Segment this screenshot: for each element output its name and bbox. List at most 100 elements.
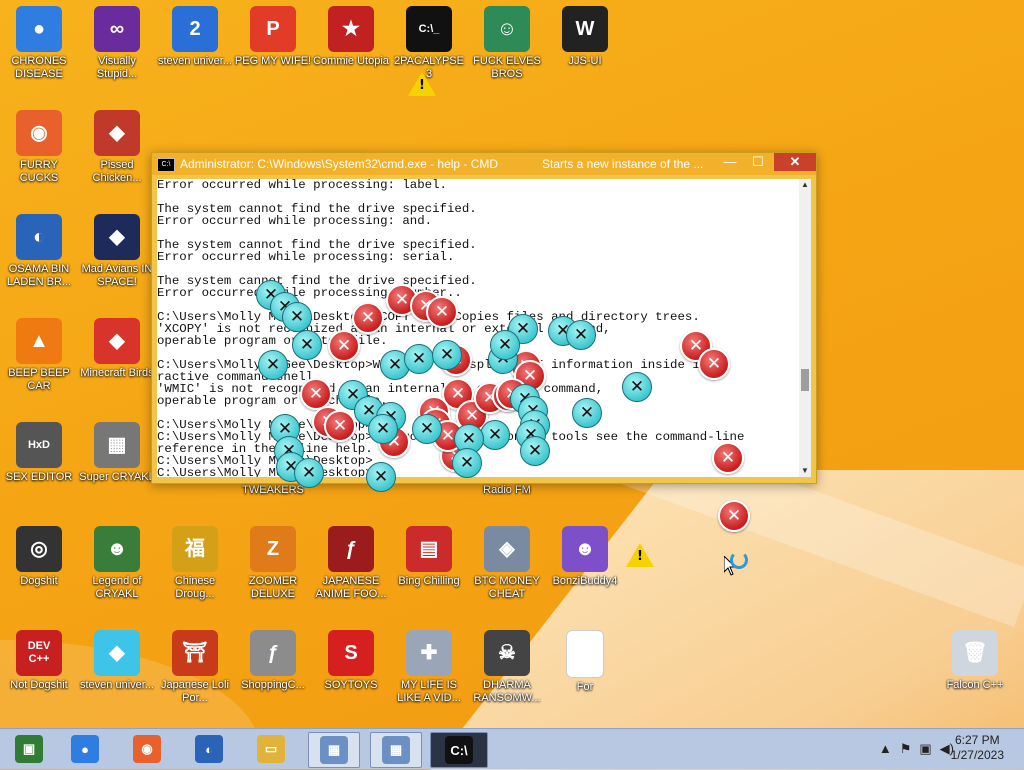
desktop-icon-label: SEX EDITOR [5, 471, 73, 483]
taskbar-button[interactable]: ▦ [308, 732, 360, 768]
minimize-button[interactable]: — [717, 153, 743, 171]
desktop-icon[interactable]: W JJS-UI [546, 6, 624, 68]
desktop-icon[interactable]: Radio FM [468, 484, 546, 497]
desktop-icon[interactable]: ƒ JAPANESE ANIME FOO... [312, 526, 390, 601]
show-hidden-icons-icon[interactable]: ▲ [879, 741, 892, 757]
desktop-icon-label: Pissed Chicken... [92, 159, 142, 184]
desktop-icon[interactable]: ◆ Mad Avians IN SPACE! [78, 214, 156, 289]
taskbar-button[interactable]: C:\ [430, 732, 488, 768]
visual-studio-icon: ∞ [94, 6, 140, 52]
desktop-icon[interactable]: ☺ FUCK ELVES BROS [468, 6, 546, 81]
cmd-title-bar[interactable]: C:\ Administrator: C:\Windows\System32\c… [152, 153, 816, 175]
taskbar-button[interactable]: ◐ [184, 732, 234, 766]
desktop-icon[interactable]: ☠ DHARMA RANSOMW... [468, 630, 546, 705]
desktop-icon[interactable]: Z ZOOMER DELUXE [234, 526, 312, 601]
desktop-icon[interactable]: ● CHRONES DISEASE [0, 6, 78, 81]
cyan-x-icon: ✕ [368, 414, 398, 444]
desktop-icon[interactable]: ◆ Pissed Chicken... [78, 110, 156, 185]
chrome-icon: ● [16, 6, 62, 52]
desktop-icon[interactable]: ◉ FURRY CUCKS [0, 110, 78, 185]
desktop-icon[interactable]: ▦ Super CRYAKL [78, 422, 156, 484]
desktop-icon[interactable]: ∞ Visually Stupid... [78, 6, 156, 81]
chrome-icon: ● [71, 735, 99, 763]
desktop-icon[interactable]: ◆ steven univer... [78, 630, 156, 692]
desktop-icon[interactable]: S SOYTOYS [312, 630, 390, 692]
desktop-icon[interactable]: ☻ BonziBuddy4 [546, 526, 624, 588]
warning-icon: ! [408, 72, 436, 96]
desktop-icon[interactable]: C:\_ 2PACALYPSE 3 [390, 6, 468, 81]
desktop-icon-label: Minecraft Birds [80, 367, 154, 379]
desktop-icon[interactable]: For [546, 630, 624, 694]
angry-bird-icon: ◆ [94, 318, 140, 364]
close-button[interactable]: ✕ [774, 153, 816, 171]
desktop-icon[interactable]: TWEAKERS [234, 484, 312, 497]
desktop-icon-label: BTC MONEY CHEAT [474, 575, 540, 600]
desktop-icon-label: ZOOMER DELUXE [248, 575, 298, 600]
taskbar-button[interactable]: ▣ [4, 732, 54, 766]
desktop-icon[interactable]: ☻ Legend of CRYAKL [78, 526, 156, 601]
cyan-x-icon: ✕ [282, 302, 312, 332]
scroll-down-icon[interactable]: ▼ [799, 465, 811, 477]
network-icon[interactable]: ▣ [919, 741, 931, 757]
desktop-icon[interactable]: ▲ BEEP BEEP CAR [0, 318, 78, 393]
desktop-icon[interactable]: ✚ MY LIFE IS LIKE A VID... [390, 630, 468, 705]
desktop-icon-label: JAPANESE ANIME FOO... [315, 575, 387, 600]
desktop-icon[interactable]: ◆ Minecraft Birds [78, 318, 156, 380]
desktop-icon[interactable]: 2 steven univer... [156, 6, 234, 68]
flash-icon: ƒ [328, 526, 374, 572]
angry-birds-space-icon: ◆ [94, 214, 140, 260]
cmd-icon: C:\ [157, 158, 175, 172]
desktop-icon-label: MY LIFE IS LIKE A VID... [397, 679, 461, 704]
hex-editor-icon: HxD [16, 422, 62, 468]
scroll-thumb[interactable] [801, 369, 809, 391]
desktop-icon[interactable]: ◐ OSAMA BIN LADEN BR... [0, 214, 78, 289]
blank-file-icon [566, 630, 604, 678]
taskbar-button[interactable]: ▦ [370, 732, 422, 768]
chrome-grid-icon: ▣ [15, 735, 43, 763]
desktop-icon-label: JJS-UI [568, 55, 602, 67]
ninja-icon: ☻ [94, 526, 140, 572]
desktop-icon[interactable]: 福 Chinese Droug... [156, 526, 234, 601]
firefox-icon: ◉ [133, 735, 161, 763]
taskbar-button[interactable]: ▭ [246, 732, 296, 766]
flag-icon[interactable]: ⚑ [900, 741, 912, 757]
maximize-button[interactable]: ☐ [745, 153, 771, 171]
cyan-x-icon: ✕ [480, 420, 510, 450]
desktop-icon[interactable]: P PEG MY WIFE! [234, 6, 312, 68]
soytoys-icon: S [328, 630, 374, 676]
desktop-icon[interactable]: ▤ Bing Chilling [390, 526, 468, 588]
error-x-icon: ✕ [324, 410, 356, 442]
desktop-icon[interactable]: ƒ ShoppingC... [234, 630, 312, 692]
system-tray[interactable]: ▲ ⚑ ▣ ◀) [879, 741, 954, 757]
desktop-icon-label: Chinese Droug... [174, 575, 216, 600]
desktop-icon-label: SOYTOYS [324, 679, 378, 691]
error-x-icon: ✕ [426, 296, 458, 328]
desktop-icon[interactable]: ★ Commie Utopia [312, 6, 390, 68]
cmd-scrollbar[interactable]: ▲ ▼ [799, 179, 811, 477]
clock-date: 1/27/2023 [950, 748, 1004, 762]
desktop-icon-label: CHRONES DISEASE [11, 55, 67, 80]
gamepad-icon: ✚ [406, 630, 452, 676]
scroll-up-icon[interactable]: ▲ [799, 179, 811, 191]
cyan-x-icon: ✕ [404, 344, 434, 374]
hammer-sickle-icon: ★ [328, 6, 374, 52]
taskbar-button[interactable]: ● [60, 732, 110, 766]
desktop-icon-label: OSAMA BIN LADEN BR... [6, 263, 72, 288]
desktop-icon[interactable]: ◎ Dogshit [0, 526, 78, 588]
desktop-icon[interactable]: HxD SEX EDITOR [0, 422, 78, 484]
zuma-icon: Z [250, 526, 296, 572]
desktop-icon[interactable]: ◈ BTC MONEY CHEAT [468, 526, 546, 601]
desktop-icon[interactable]: ⛩ Japanese Loli Por... [156, 630, 234, 705]
clock[interactable]: 6:27 PM 1/27/2023 [951, 733, 1004, 763]
diamond-icon: ◆ [94, 630, 140, 676]
ui-logo-icon: W [562, 6, 608, 52]
desktop-icon[interactable]: 🗑 Falcon C++ [936, 630, 1014, 692]
cmd-title-text: Administrator: C:\Windows\System32\cmd.e… [180, 157, 499, 171]
devcpp-icon: DEV C++ [16, 630, 62, 676]
desktop-icon-label: PEG MY WIFE! [234, 55, 312, 67]
desktop-icon-label: FUCK ELVES BROS [473, 55, 541, 80]
taskbar-button[interactable]: ◉ [122, 732, 172, 766]
desktop-icon[interactable]: DEV C++ Not Dogshit [0, 630, 78, 692]
gem-icon: 2 [172, 6, 218, 52]
desktop-icon-label: Radio FM [483, 484, 531, 496]
